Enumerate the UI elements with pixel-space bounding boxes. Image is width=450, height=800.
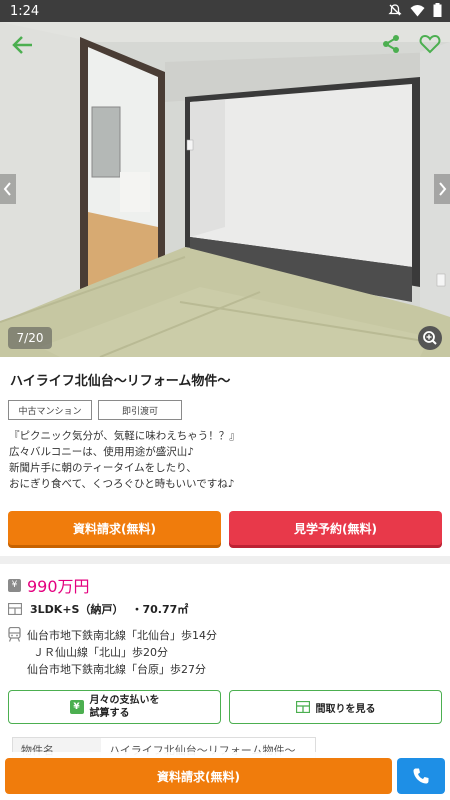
- room-photo: [0, 22, 450, 357]
- next-chevron-icon: [439, 182, 447, 196]
- layout-value: 3LDK+S（納戸）: [30, 603, 124, 616]
- photo-gallery[interactable]: 7/20: [0, 22, 450, 357]
- access-line: 仙台市地下鉄南北線「台原」歩27分: [27, 663, 206, 676]
- tag-immediate-handover: 即引渡可: [98, 400, 182, 420]
- back-arrow-icon: [12, 36, 32, 54]
- call-button[interactable]: [397, 758, 445, 794]
- favorite-button[interactable]: [418, 32, 442, 56]
- description-line: 広々バルコニーは、使用用途が盛沢山♪: [9, 446, 194, 458]
- floor-plan-button[interactable]: 間取りを見る: [229, 690, 442, 724]
- prev-photo-button[interactable]: [0, 174, 16, 204]
- request-documents-button[interactable]: 資料請求(無料): [8, 511, 221, 545]
- zoom-icon: [423, 331, 437, 345]
- section-divider: [0, 556, 450, 564]
- phone-icon: [413, 768, 429, 784]
- back-button[interactable]: [10, 32, 36, 58]
- floorplan-icon: [8, 603, 22, 615]
- property-description: 『ピクニック気分が、気軽に味わえちゃう！？』 広々バルコニーは、使用用途が盛沢山…: [9, 428, 240, 492]
- description-line: 新聞片手に朝のティータイムをしたり、: [9, 462, 197, 474]
- area-value: ・70.77㎡: [131, 603, 189, 616]
- train-icon: [8, 627, 21, 642]
- visit-reservation-button[interactable]: 見学予約(無料): [229, 511, 442, 545]
- status-time: 1:24: [10, 3, 40, 19]
- mute-icon: [388, 4, 402, 16]
- access-line: ＪＲ仙山線「北山」歩20分: [33, 646, 168, 659]
- monthly-payment-button[interactable]: ¥ 月々の支払いを 試算する: [8, 690, 221, 724]
- property-tags: 中古マンション 即引渡可: [8, 400, 182, 420]
- floor-plan-label: 間取りを見る: [315, 703, 376, 715]
- favorite-heart-icon: [419, 34, 441, 54]
- property-title: ハイライフ北仙台～リフォーム物件～: [10, 374, 231, 389]
- yen-icon: ¥: [8, 578, 21, 592]
- price-row: ¥ 990万円: [8, 573, 90, 597]
- photo-counter: 7/20: [8, 327, 52, 349]
- tag-used-mansion: 中古マンション: [8, 400, 92, 420]
- layout-row: 3LDK+S（納戸） ・70.77㎡: [8, 601, 188, 617]
- bottom-request-documents-button[interactable]: 資料請求(無料): [5, 758, 392, 794]
- status-bar: 1:24: [0, 0, 450, 22]
- monthly-payment-label: 月々の支払いを: [89, 695, 160, 706]
- floor-plan-icon: [295, 701, 310, 713]
- share-icon: [383, 35, 399, 53]
- description-line: 『ピクニック気分が、気軽に味わえちゃう！？』: [9, 430, 240, 442]
- yen-icon: ¥: [69, 700, 84, 714]
- battery-icon: [433, 3, 442, 17]
- wifi-icon: [410, 4, 425, 16]
- share-button[interactable]: [380, 33, 402, 55]
- access-line: 仙台市地下鉄南北線「北仙台」歩14分: [27, 629, 217, 642]
- next-photo-button[interactable]: [434, 174, 450, 204]
- description-line: おにぎり食べて、くつろぐひと時もいいですね♪: [9, 478, 235, 490]
- access-info: 仙台市地下鉄南北線「北仙台」歩14分 ＪＲ仙山線「北山」歩20分 仙台市地下鉄南…: [8, 627, 217, 678]
- zoom-button[interactable]: [418, 326, 442, 350]
- monthly-payment-label: 試算する: [89, 708, 130, 719]
- price-value: 990万円: [27, 577, 90, 596]
- prev-chevron-icon: [3, 182, 11, 196]
